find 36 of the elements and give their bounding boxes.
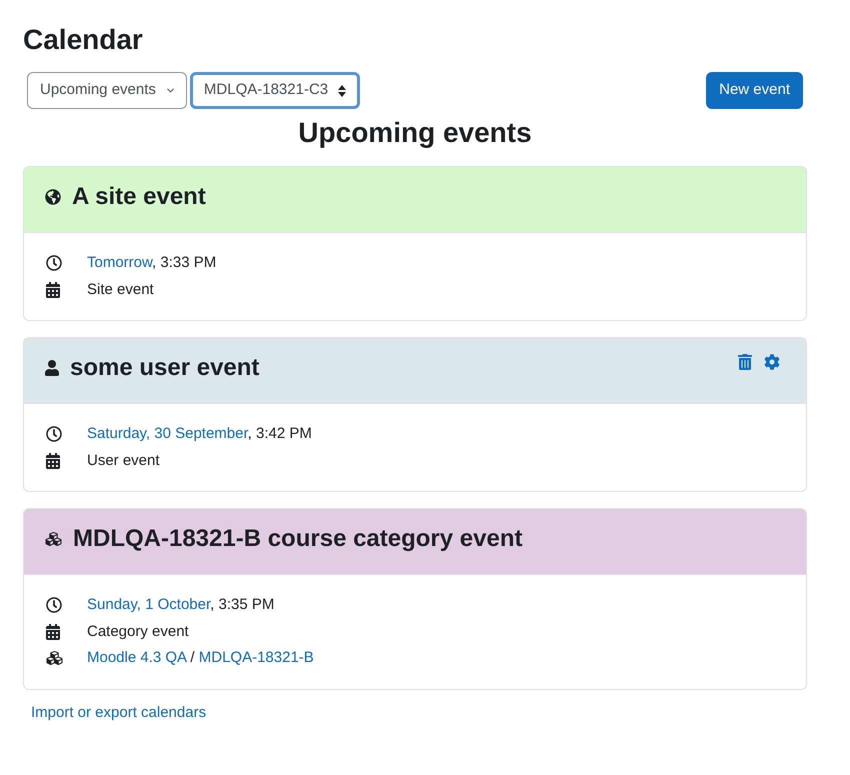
event-type-text: Category event xyxy=(87,622,189,642)
event-title: A site event xyxy=(72,185,206,209)
event-date-text: Tomorrow, 3:33 PM xyxy=(87,253,216,273)
user-icon xyxy=(45,360,59,376)
sort-caret-icon xyxy=(338,84,346,96)
clock-icon xyxy=(46,597,62,614)
globe-icon xyxy=(45,189,61,205)
calendar-icon xyxy=(46,282,60,298)
clock-icon xyxy=(46,255,62,272)
course-select[interactable]: MDLQA-18321-C3 xyxy=(190,72,360,109)
settings-button[interactable] xyxy=(764,354,780,370)
delete-button[interactable] xyxy=(738,354,752,370)
event-type-text: User event xyxy=(87,450,160,470)
date-link[interactable]: Sunday, 1 October xyxy=(87,596,210,613)
clock-icon xyxy=(46,426,62,442)
event-title: some user event xyxy=(70,356,260,380)
page-title: Calendar xyxy=(23,24,144,56)
new-event-button[interactable]: New event xyxy=(706,72,803,109)
cubes-icon xyxy=(46,650,63,666)
settings-icon xyxy=(764,354,780,370)
view-select[interactable]: Upcoming events xyxy=(27,72,187,109)
event-date-text: Saturday, 30 September, 3:42 PM xyxy=(87,424,312,444)
date-link[interactable]: Tomorrow xyxy=(87,254,152,271)
import-export-link[interactable]: Import or export calendars xyxy=(31,704,206,720)
event-date-text: Sunday, 1 October, 3:35 PM xyxy=(87,595,274,615)
course-link[interactable]: MDLQA-18321-B xyxy=(198,649,314,666)
event-title: MDLQA-18321-B course category event xyxy=(73,527,522,551)
section-heading: Upcoming events xyxy=(297,116,533,150)
course-path-text: Moodle 4.3 QA / MDLQA-18321-B xyxy=(87,648,314,668)
event-type-text: Site event xyxy=(87,280,154,300)
category-link[interactable]: Moodle 4.3 QA xyxy=(87,649,186,666)
date-link[interactable]: Saturday, 30 September xyxy=(87,425,248,442)
calendar-icon xyxy=(46,624,60,640)
trash-icon xyxy=(738,354,752,370)
calendar-icon xyxy=(46,452,60,469)
cubes-icon xyxy=(45,531,62,547)
